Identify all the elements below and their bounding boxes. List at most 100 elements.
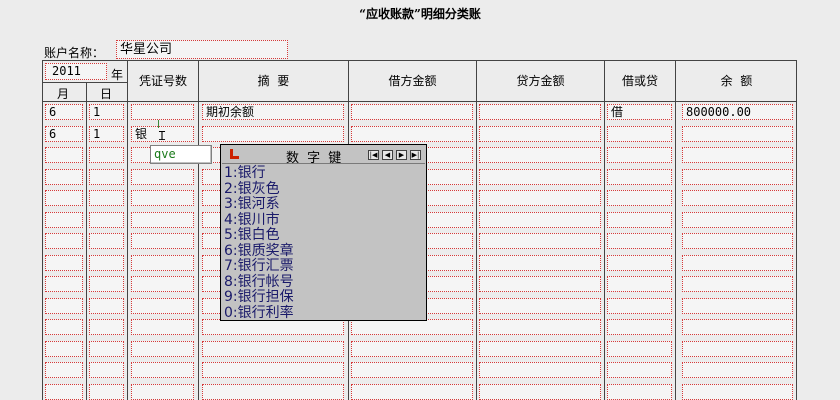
cell-credit[interactable] [479, 212, 601, 228]
cell-summary[interactable] [202, 362, 344, 378]
cell-balance[interactable] [682, 233, 793, 249]
cell-balance[interactable] [682, 190, 793, 206]
cell-balance[interactable] [682, 126, 793, 142]
cell-day[interactable] [89, 298, 124, 314]
cell-month[interactable] [45, 255, 83, 271]
ime-candidate-item[interactable]: 1:银行 [224, 165, 424, 182]
cell-month[interactable] [45, 319, 83, 335]
cell-credit[interactable] [479, 126, 601, 142]
cell-credit[interactable] [479, 319, 601, 335]
first-page-icon[interactable]: |◀ [368, 150, 379, 160]
cell-credit[interactable] [479, 169, 601, 185]
cell-dr-cr[interactable] [607, 255, 672, 271]
cell-balance[interactable] [682, 169, 793, 185]
cell-credit[interactable] [479, 255, 601, 271]
cell-credit[interactable] [479, 104, 601, 120]
cell-month[interactable] [45, 276, 83, 292]
cell-balance[interactable] [682, 384, 793, 400]
cell-credit[interactable] [479, 190, 601, 206]
cell-summary[interactable] [202, 384, 344, 400]
cell-month[interactable]: 6 [45, 104, 83, 120]
ime-input-box[interactable]: qve [150, 145, 212, 164]
cell-month[interactable] [45, 362, 83, 378]
ime-candidate-item[interactable]: 5:银白色 [224, 227, 424, 244]
cell-month[interactable]: 6 [45, 126, 83, 142]
cell-day[interactable] [89, 319, 124, 335]
ime-candidate-item[interactable]: 6:银质奖章 [224, 243, 424, 260]
cell-dr-cr[interactable] [607, 169, 672, 185]
cell-month[interactable] [45, 341, 83, 357]
cell-credit[interactable] [479, 147, 601, 163]
cell-day[interactable] [89, 276, 124, 292]
cell-debit[interactable] [351, 341, 473, 357]
ime-candidate-item[interactable]: 0:银行利率 [224, 305, 424, 322]
prev-page-icon[interactable]: ◀ [382, 150, 393, 160]
cell-balance[interactable] [682, 341, 793, 357]
cell-balance[interactable] [682, 362, 793, 378]
next-page-icon[interactable]: ▶ [396, 150, 407, 160]
cell-voucher[interactable] [131, 233, 194, 249]
cell-credit[interactable] [479, 341, 601, 357]
cell-debit[interactable] [351, 362, 473, 378]
cell-dr-cr[interactable] [607, 319, 672, 335]
cell-day[interactable] [89, 384, 124, 400]
year-field[interactable]: 2011 [45, 63, 107, 80]
cell-day[interactable] [89, 147, 124, 163]
cell-credit[interactable] [479, 298, 601, 314]
ime-candidate-window[interactable]: 数 字 键 |◀ ◀ ▶ ▶| 1:银行 2:银灰色 3:银河系 4:银川市 5:银白色… [220, 144, 427, 321]
cell-dr-cr[interactable]: 借 [607, 104, 672, 120]
cell-summary[interactable] [202, 319, 344, 335]
ime-candidate-item[interactable]: 3:银河系 [224, 196, 424, 213]
cell-dr-cr[interactable] [607, 341, 672, 357]
cell-month[interactable] [45, 190, 83, 206]
cell-day[interactable]: 1 [89, 104, 124, 120]
cell-day[interactable] [89, 233, 124, 249]
ime-candidate-item[interactable]: 9:银行担保 [224, 289, 424, 306]
cell-balance[interactable] [682, 212, 793, 228]
cell-dr-cr[interactable] [607, 126, 672, 142]
cell-day[interactable] [89, 255, 124, 271]
cell-day[interactable]: 1 [89, 126, 124, 142]
cell-voucher[interactable] [131, 104, 194, 120]
cell-day[interactable] [89, 190, 124, 206]
cell-credit[interactable] [479, 362, 601, 378]
cell-dr-cr[interactable] [607, 190, 672, 206]
cell-dr-cr[interactable] [607, 276, 672, 292]
cell-day[interactable] [89, 212, 124, 228]
cell-debit[interactable] [351, 104, 473, 120]
cell-debit[interactable] [351, 384, 473, 400]
ime-candidate-item[interactable]: 7:银行汇票 [224, 258, 424, 275]
cell-voucher[interactable] [131, 341, 194, 357]
cell-voucher[interactable] [131, 362, 194, 378]
cell-month[interactable] [45, 233, 83, 249]
cell-balance[interactable] [682, 319, 793, 335]
cell-dr-cr[interactable] [607, 147, 672, 163]
cell-month[interactable] [45, 384, 83, 400]
cell-voucher[interactable] [131, 169, 194, 185]
cell-dr-cr[interactable] [607, 298, 672, 314]
cell-dr-cr[interactable] [607, 384, 672, 400]
cell-summary[interactable] [202, 126, 344, 142]
cell-month[interactable] [45, 298, 83, 314]
ime-candidate-item[interactable]: 8:银行帐号 [224, 274, 424, 291]
cell-voucher[interactable] [131, 255, 194, 271]
cell-voucher[interactable] [131, 212, 194, 228]
cell-balance[interactable] [682, 255, 793, 271]
cell-balance[interactable] [682, 147, 793, 163]
cell-day[interactable] [89, 362, 124, 378]
cell-debit[interactable] [351, 126, 473, 142]
cell-month[interactable] [45, 147, 83, 163]
cell-balance[interactable]: 800000.00 [682, 104, 793, 120]
cell-voucher[interactable] [131, 298, 194, 314]
account-name-field[interactable]: 华星公司 [116, 40, 288, 59]
cell-debit[interactable] [351, 319, 473, 335]
cell-credit[interactable] [479, 233, 601, 249]
cell-month[interactable] [45, 212, 83, 228]
cell-dr-cr[interactable] [607, 212, 672, 228]
cell-day[interactable] [89, 169, 124, 185]
cell-dr-cr[interactable] [607, 233, 672, 249]
cell-credit[interactable] [479, 384, 601, 400]
last-page-icon[interactable]: ▶| [410, 150, 421, 160]
cell-balance[interactable] [682, 298, 793, 314]
cell-summary[interactable] [202, 341, 344, 357]
